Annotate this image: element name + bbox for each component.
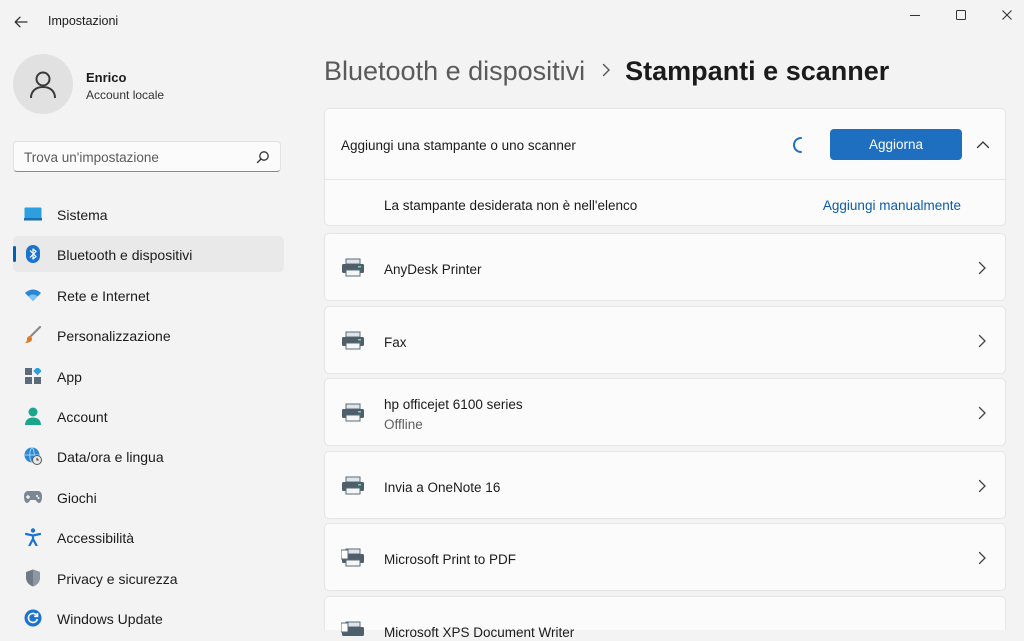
wifi-icon (24, 286, 42, 304)
chevron-right-icon (602, 63, 611, 77)
sidebar-item-accessibilita[interactable]: Accessibilità (13, 519, 284, 555)
chevron-right-icon (978, 479, 986, 493)
sidebar-item-sistema[interactable]: Sistema (13, 196, 284, 232)
printer-item-anydesk[interactable]: AnyDesk Printer (324, 233, 1006, 301)
breadcrumb-parent[interactable]: Bluetooth e dispositivi (324, 56, 585, 86)
printer-name: AnyDesk Printer (384, 262, 482, 277)
bluetooth-icon (24, 245, 42, 264)
globe-clock-icon (24, 447, 42, 466)
printer-name: hp officejet 6100 series (384, 397, 523, 412)
printer-icon (342, 331, 364, 350)
sidebar-item-privacy[interactable]: Privacy e sicurezza (13, 560, 284, 596)
printer-icon (342, 258, 364, 277)
add-manually-link[interactable]: Aggiungi manualmente (823, 198, 961, 213)
printer-icon (342, 476, 364, 495)
collapse-button[interactable] (973, 135, 993, 153)
chevron-right-icon (978, 551, 986, 565)
sidebar-item-label: Account (57, 408, 108, 425)
sidebar-item-giochi[interactable]: Giochi (13, 479, 284, 515)
printer-icon (342, 403, 364, 422)
shield-icon (24, 569, 42, 587)
breadcrumb: Bluetooth e dispositivi Stampanti e scann… (324, 56, 889, 96)
brush-icon (24, 326, 42, 344)
window-title: Impostazioni (48, 14, 119, 28)
printer-not-listed-text: La stampante desiderata non è nell'elenc… (384, 198, 638, 213)
sidebar-item-windows-update[interactable]: Windows Update (13, 600, 284, 636)
apps-icon (24, 367, 42, 385)
back-button[interactable] (8, 10, 34, 34)
user-name: Enrico (86, 70, 127, 85)
loading-spinner-icon (793, 137, 802, 153)
sidebar-item-label: Privacy e sicurezza (57, 570, 178, 587)
sidebar-item-label: Data/ora e lingua (57, 449, 164, 466)
accessibility-icon (24, 528, 42, 547)
gamepad-icon (24, 488, 42, 506)
printer-name: Invia a OneNote 16 (384, 480, 501, 495)
page-title: Stampanti e scanner (625, 56, 890, 86)
sidebar-item-account[interactable]: Account (13, 398, 284, 434)
sidebar-item-app[interactable]: App (13, 358, 284, 394)
breadcrumb-separator (601, 60, 611, 83)
printer-item-onenote[interactable]: Invia a OneNote 16 (324, 451, 1006, 519)
search-box[interactable]: Trova un'impostazione (13, 141, 281, 172)
back-arrow-icon (14, 16, 28, 28)
refresh-button[interactable]: Aggiorna (830, 129, 962, 160)
search-input[interactable]: Trova un'impostazione (24, 150, 159, 165)
sidebar-item-label: Windows Update (57, 610, 163, 627)
sidebar-item-label: Accessibilità (57, 530, 135, 547)
user-icon (30, 71, 56, 99)
account-icon (24, 407, 42, 425)
sidebar-item-bluetooth[interactable]: Bluetooth e dispositivi (13, 236, 284, 273)
avatar (13, 54, 73, 114)
chevron-right-icon (978, 406, 986, 420)
selection-indicator (13, 246, 16, 263)
maximize-button[interactable] (938, 0, 984, 30)
system-icon (24, 205, 42, 223)
printer-item-hp-officejet[interactable]: hp officejet 6100 series Offline (324, 378, 1006, 446)
xps-printer-icon (341, 621, 364, 636)
sidebar-item-label: Sistema (57, 207, 108, 223)
close-icon (1002, 10, 1012, 20)
sidebar-item-data-ora[interactable]: Data/ora e lingua (13, 438, 284, 474)
sidebar-item-label: Bluetooth e dispositivi (57, 247, 193, 264)
add-printer-card: Aggiungi una stampante o uno scanner Agg… (324, 108, 1006, 226)
printer-item-fax[interactable]: Fax (324, 306, 1006, 374)
maximize-icon (956, 10, 966, 20)
printer-name: Fax (384, 335, 407, 350)
sidebar-item-label: Personalizzazione (57, 328, 171, 345)
printer-status: Offline (384, 417, 423, 432)
title-bar: Impostazioni (0, 0, 1024, 44)
sidebar-item-label: Rete e Internet (57, 287, 150, 304)
printer-name: Microsoft XPS Document Writer (384, 625, 575, 640)
printer-item-xps-writer[interactable]: Microsoft XPS Document Writer (324, 596, 1006, 640)
update-icon (24, 609, 42, 627)
chevron-right-icon (978, 261, 986, 275)
sidebar-item-label: Giochi (57, 489, 97, 506)
sidebar-nav: Sistema Bluetooth e dispositivi Rete e I… (13, 196, 284, 640)
add-printer-header: Aggiungi una stampante o uno scanner Agg… (325, 109, 1005, 180)
sidebar-item-label: App (57, 368, 82, 385)
printer-item-print-to-pdf[interactable]: Microsoft Print to PDF (324, 523, 1006, 591)
add-printer-title: Aggiungi una stampante o uno scanner (341, 138, 576, 153)
search-icon[interactable] (256, 150, 270, 164)
account-type: Account locale (86, 88, 165, 102)
close-button[interactable] (984, 0, 1024, 30)
chevron-up-icon (976, 140, 990, 148)
printer-name: Microsoft Print to PDF (384, 552, 517, 567)
user-profile[interactable]: Enrico Account locale (13, 54, 283, 116)
chevron-right-icon (978, 334, 986, 348)
pdf-printer-icon (341, 548, 364, 567)
sidebar-item-personalizzazione[interactable]: Personalizzazione (13, 317, 284, 353)
minimize-button[interactable] (892, 0, 938, 30)
minimize-icon (910, 15, 920, 16)
sidebar-item-rete[interactable]: Rete e Internet (13, 277, 284, 313)
